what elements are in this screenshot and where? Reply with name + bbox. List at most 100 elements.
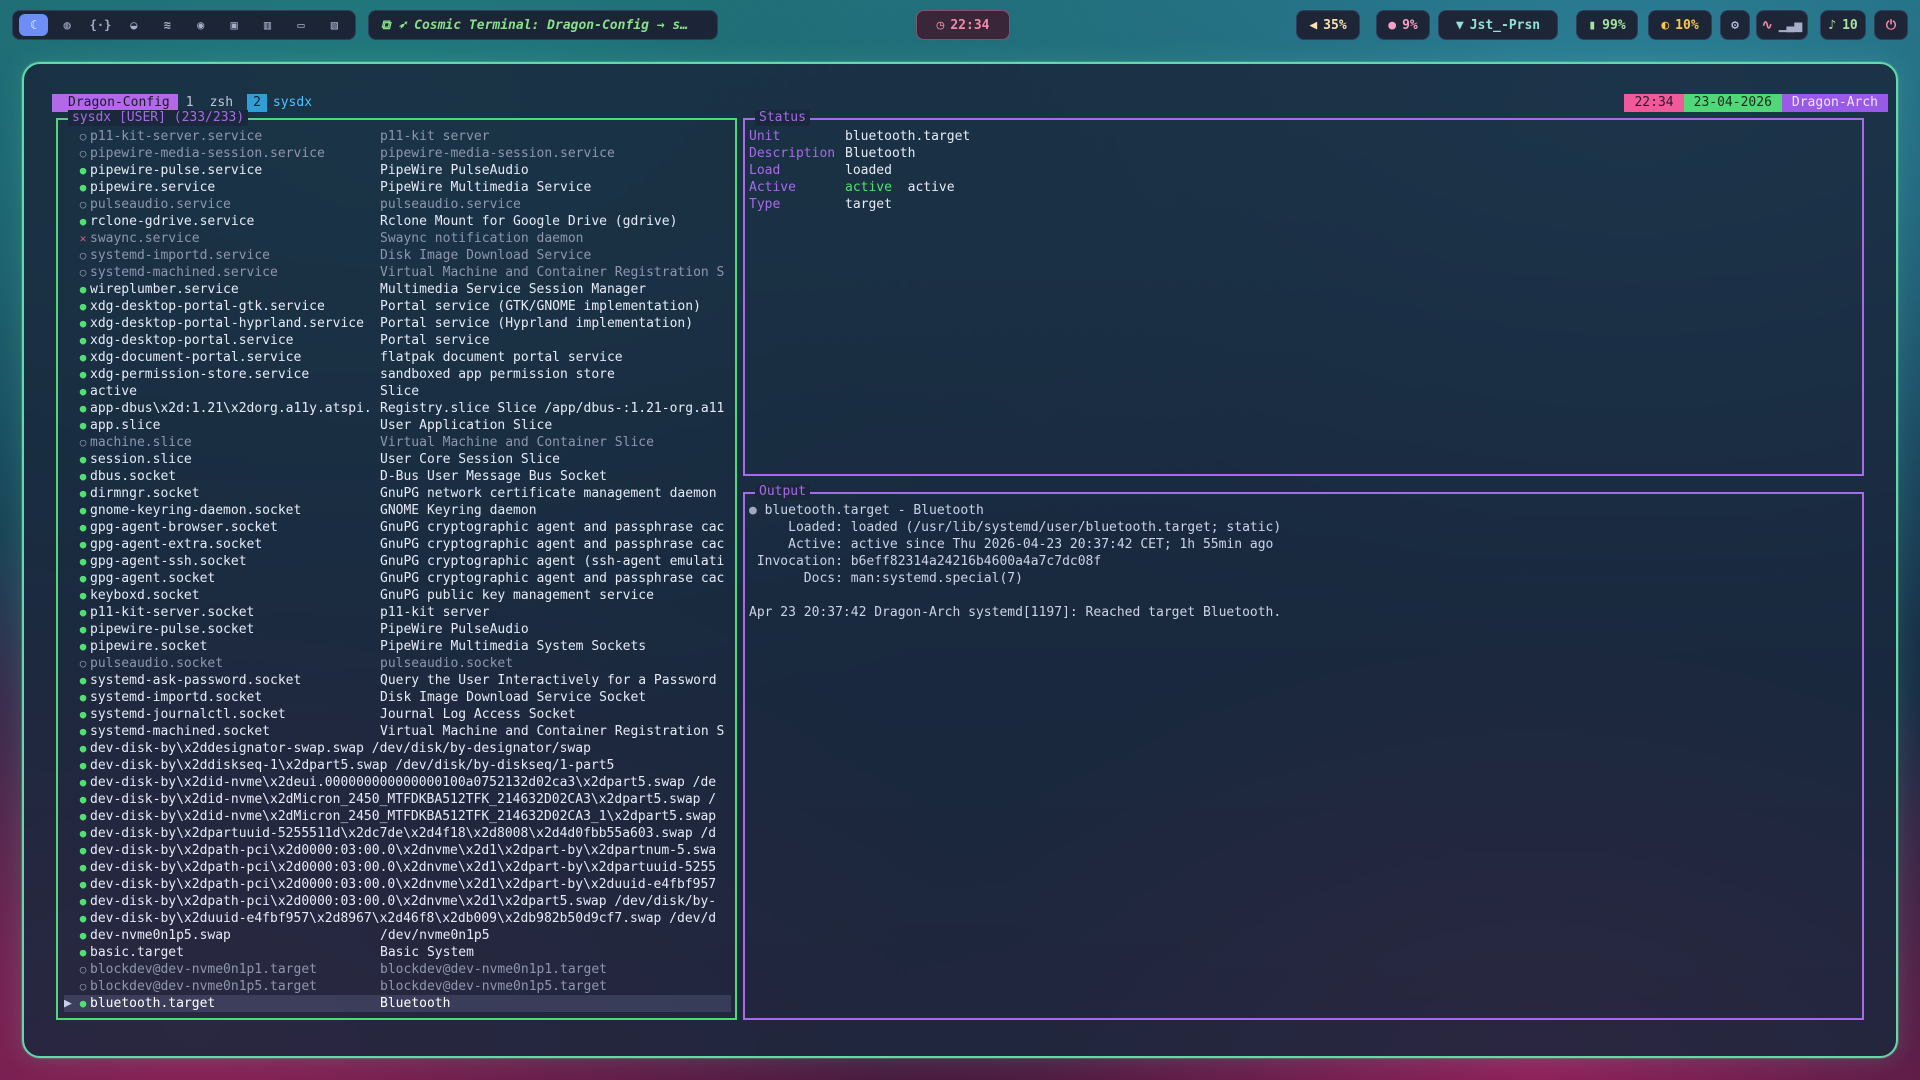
unit-row[interactable]: ● pipewire-pulse.service PipeWire PulseAud… [64,162,731,179]
unit-row[interactable]: ● xdg-document-portal.service flatpak docu… [64,349,731,366]
unit-row[interactable]: ● dev-nvme0n1p5.swap/dev/nvme0n1p5 [64,927,731,944]
unit-name: systemd-machined.service [90,265,278,280]
unit-row[interactable]: ● dev-disk-by\x2did-nvme\x2deui.000000000… [64,774,731,791]
workspace-1[interactable]: ☾ [19,14,49,36]
active-state-icon: ● [79,878,87,891]
unit-row[interactable]: ● pipewire-pulse.socket PipeWire PulseAudi… [64,621,731,638]
unit-description: pipewire-media-session.service [380,146,615,161]
unit-row[interactable]: ● gpg-agent.socket GnuPG cryptographic age… [64,570,731,587]
unit-row[interactable]: ● systemd-ask-password.socket Query the Us… [64,672,731,689]
active-state-icon: ● [79,487,87,500]
unit-row[interactable]: ● systemd-machined.socket Virtual Machine … [64,723,731,740]
status-load-row: Load loaded [749,162,970,179]
unit-row[interactable]: ● dev-disk-by\x2ddesignator-swap.swap /de… [64,740,731,757]
unit-row[interactable]: ● systemd-importd.socket Disk Image Downlo… [64,689,731,706]
unit-row[interactable]: ● basic.target Basic System [64,944,731,961]
unit-row[interactable]: ● keyboxd.socket GnuPG public key manageme… [64,587,731,604]
unit-row[interactable]: ● gnome-keyring-daemon.socket GNOME Keyrin… [64,502,731,519]
unit-description: pulseaudio.service [380,197,521,212]
unit-row[interactable]: ● app.slice User Application Slice [64,417,731,434]
unit-row[interactable]: ● dev-disk-by\x2ddiskseq-1\x2dpart5.swap … [64,757,731,774]
unit-name: dev-disk-by\x2dpath-pci\x2d0000:03:00.0\… [90,860,717,875]
unit-row[interactable]: ● dev-disk-by\x2duuid-e4fbf957\x2d8967\x2… [64,910,731,927]
unit-row[interactable]: ● dirmngr.socket GnuPG network certificate… [64,485,731,502]
active-window-title[interactable]: ⧉ ➶ Cosmic Terminal: Dragon-Config → s… [368,10,718,40]
workspace-3[interactable]: {·} [86,14,115,36]
unit-row[interactable]: ● dev-disk-by\x2dpath-pci\x2d0000:03:00.0… [64,859,731,876]
volume-widget[interactable]: ◀ 35% [1296,10,1360,40]
power-button[interactable]: ⏻ [1874,10,1908,40]
unit-row[interactable]: ✕ swaync.service Swaync notification daemo… [64,230,731,247]
unit-row[interactable]: ● dev-disk-by\x2dpath-pci\x2d0000:03:00.0… [64,876,731,893]
workspace-6[interactable]: ◉ [186,14,215,36]
signal-widget[interactable]: ∿ ▁▃▅ [1756,10,1808,40]
unit-row[interactable]: ○ pipewire-media-session.service pipewire-… [64,145,731,162]
unit-row[interactable]: ▶ ● bluetooth.target Bluetooth [64,995,731,1012]
unit-row[interactable]: ● pipewire.service PipeWire Multimedia Ser… [64,179,731,196]
unit-name: dev-disk-by\x2dpath-pci\x2d0000:03:00.0\… [90,877,717,892]
unit-row[interactable]: ● dev-disk-by\x2dpath-pci\x2d0000:03:00.0… [64,893,731,910]
tab-2-number[interactable]: 2 [247,94,267,112]
unit-row[interactable]: ● dbus.socket D-Bus User Message Bus Socke… [64,468,731,485]
unit-description: Journal Log Access Socket [380,707,576,722]
tab-2-name[interactable]: sysdx [267,94,318,112]
unit-row[interactable]: ● gpg-agent-browser.socket GnuPG cryptogra… [64,519,731,536]
workspace-4[interactable]: ◒ [119,14,148,36]
unit-row[interactable]: ● p11-kit-server.socket p11-kit server [64,604,731,621]
unit-row[interactable]: ● xdg-desktop-portal.service Portal servic… [64,332,731,349]
unit-row[interactable]: ● dev-disk-by\x2did-nvme\x2dMicron_2450_M… [64,808,731,825]
unit-name: p11-kit-server.service [90,129,263,144]
workspace-2[interactable]: ◍ [52,14,81,36]
unit-row[interactable]: ● session.slice User Core Session Slice [64,451,731,468]
notifications-button[interactable]: ♪ 10 [1820,10,1866,40]
unit-row[interactable]: ● xdg-desktop-portal-hyprland.service Port… [64,315,731,332]
unit-row[interactable]: ● rclone-gdrive.service Rclone Mount for G… [64,213,731,230]
unit-name: gnome-keyring-daemon.socket [90,503,302,518]
unit-row[interactable]: ● wireplumber.service Multimedia Service S… [64,281,731,298]
unit-row[interactable]: ● active Slice [64,383,731,400]
workspace-5[interactable]: ≋ [153,14,182,36]
active-value: active active [845,179,955,196]
unit-row[interactable]: ● dev-disk-by\x2dpath-pci\x2d0000:03:00.0… [64,842,731,859]
unit-name: active [90,384,137,399]
unit-row[interactable]: ● gpg-agent-extra.socket GnuPG cryptograph… [64,536,731,553]
workspace-8[interactable]: ▥ [253,14,282,36]
unit-row[interactable]: ● dev-disk-by\x2did-nvme\x2dMicron_2450_M… [64,791,731,808]
unit-description: Virtual Machine and Container Registrati… [380,724,725,739]
workspace-10[interactable]: ▧ [320,14,349,36]
output-text: Invocation: b6eff82314a24216b4600a4a7c7d… [749,554,1102,569]
output-line: Loaded: loaded (/usr/lib/systemd/user/bl… [749,519,1281,536]
unit-row[interactable]: ● systemd-journalctl.socket Journal Log Ac… [64,706,731,723]
unit-name: pipewire-pulse.service [90,163,263,178]
unit-row[interactable]: ○ blockdev@dev-nvme0n1p1.target blockdev@d… [64,961,731,978]
top-bar: ☾ ◍ {·} ◒ ≋ ◉ ▣ ▥ ▭ ▧ ⧉ ➶ Cosmic Terminal: Dragon… [12,8,1908,42]
selection-arrow-icon [64,281,76,298]
battery-widget[interactable]: ▮ 99% [1576,10,1638,40]
unit-row[interactable]: ● pipewire.socket PipeWire Multimedia Syst… [64,638,731,655]
status-panel: Status Unit bluetooth.target Description… [743,110,1864,476]
workspace-7[interactable]: ▣ [219,14,248,36]
unit-row[interactable]: ○ blockdev@dev-nvme0n1p5.target blockdev@d… [64,978,731,995]
unit-row[interactable]: ○ pulseaudio.service pulseaudio.service [64,196,731,213]
active-state-icon: ● [79,606,87,619]
unit-row[interactable]: ● dev-disk-by\x2dpartuuid-5255511d\x2dc7d… [64,825,731,842]
unit-row[interactable]: ● xdg-permission-store.service sandboxed a… [64,366,731,383]
unit-row[interactable]: ○ pulseaudio.socket pulseaudio.socket [64,655,731,672]
clock-widget[interactable]: ◷ 22:34 [916,10,1010,40]
cpu-widget[interactable]: ◐ 10% [1648,10,1712,40]
unit-name: dev-disk-by\x2dpath-pci\x2d0000:03:00.0\… [90,843,717,858]
unit-row[interactable]: ○ systemd-importd.service Disk Image Downl… [64,247,731,264]
unit-name: basic.target [90,945,184,960]
settings-button[interactable]: ⚙ [1720,10,1750,40]
unit-row[interactable]: ○ systemd-machined.service Virtual Machine… [64,264,731,281]
unit-row[interactable]: ● xdg-desktop-portal-gtk.service Portal se… [64,298,731,315]
unit-row[interactable]: ○ machine.slice Virtual Machine and Contai… [64,434,731,451]
workspace-9[interactable]: ▭ [286,14,315,36]
unit-row[interactable]: ○ p11-kit-server.service p11-kit server [64,128,731,145]
unit-name: xdg-document-portal.service [90,350,302,365]
network-widget[interactable]: ▼ Jst_-Prsn [1438,10,1558,40]
memory-widget[interactable]: ● 9% [1376,10,1430,40]
unit-row[interactable]: ● app-dbus\x2d:1.21\x2dorg.a11y.atspi. Reg… [64,400,731,417]
inactive-state-icon: ○ [79,130,87,143]
unit-row[interactable]: ● gpg-agent-ssh.socket GnuPG cryptographic… [64,553,731,570]
